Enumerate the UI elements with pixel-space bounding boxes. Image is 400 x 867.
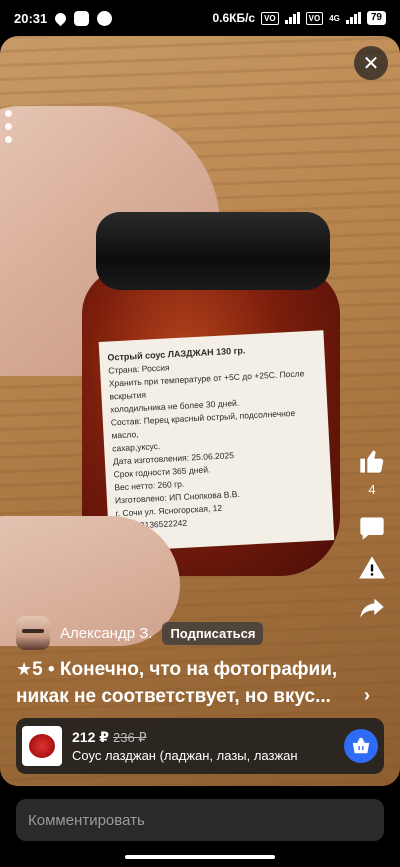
price-row: 212 ₽ 236 ₽ — [72, 729, 344, 746]
signal-icon — [284, 12, 300, 24]
subscribe-button[interactable]: Подписаться — [162, 621, 264, 645]
pager-dot — [5, 110, 12, 117]
review-expand-icon[interactable]: › — [364, 685, 370, 706]
review-text[interactable]: ★5 • Конечно, что на фотографии, никак н… — [16, 656, 376, 710]
network-speed: 0.6КБ/с — [212, 11, 256, 25]
share-icon — [360, 598, 384, 618]
action-rail: 4 — [352, 446, 392, 623]
product-info: 212 ₽ 236 ₽ Соус лазджан (ладжан, лазы, л… — [72, 729, 344, 763]
like-count: 4 — [368, 482, 376, 497]
home-indicator[interactable] — [125, 855, 275, 859]
close-icon: ✕ — [362, 52, 380, 75]
review-body: • Конечно, что на фотографии, никак не с… — [16, 659, 338, 707]
app-notification-icon — [97, 10, 113, 26]
cart-icon — [352, 737, 370, 754]
add-to-cart-button[interactable] — [344, 729, 378, 763]
comment-icon — [360, 517, 384, 540]
battery-indicator: 79 — [366, 11, 386, 25]
volte-icon: VO — [261, 11, 279, 25]
product-thumbnail — [22, 726, 62, 766]
report-button[interactable] — [357, 553, 387, 583]
author-row: Александр З. Подписаться — [16, 616, 264, 650]
network-type: 4G — [329, 13, 340, 23]
status-left: 20:31 — [14, 10, 113, 26]
product-card[interactable]: 212 ₽ 236 ₽ Соус лазджан (ладжан, лазы, л… — [16, 718, 384, 774]
notification-icon — [74, 10, 90, 26]
star-icon: ★ — [16, 659, 33, 679]
signal-icon-2 — [345, 12, 361, 24]
close-button[interactable]: ✕ — [354, 46, 388, 80]
avatar[interactable] — [16, 616, 50, 650]
location-icon — [52, 10, 69, 26]
clock: 20:31 — [14, 10, 48, 26]
comment-button[interactable] — [357, 513, 387, 543]
jar-lid — [96, 212, 330, 290]
pager-dot — [5, 136, 12, 143]
like-icon — [360, 450, 384, 473]
comment-input[interactable] — [16, 799, 384, 841]
pager-dot — [5, 123, 12, 130]
report-icon — [359, 556, 385, 579]
share-button[interactable] — [357, 593, 387, 623]
product-old-price: 236 ₽ — [113, 730, 147, 745]
like-button[interactable] — [357, 446, 387, 476]
volte-icon-2: VO — [305, 11, 324, 25]
jar-label: Острый соус ЛАЗДЖАН 130 гр. Страна: Росс… — [98, 330, 335, 552]
status-right: 0.6КБ/с VO VO 4G 79 — [212, 11, 386, 25]
product-name: Соус лазджан (ладжан, лазы, лазжан — [72, 748, 298, 763]
author-name[interactable]: Александр З. — [60, 625, 152, 642]
photo-pager[interactable] — [5, 110, 12, 143]
product-price: 212 ₽ — [72, 729, 109, 745]
status-bar: 20:31 0.6КБ/с VO VO 4G 79 — [0, 0, 400, 36]
review-rating: 5 — [32, 659, 43, 680]
